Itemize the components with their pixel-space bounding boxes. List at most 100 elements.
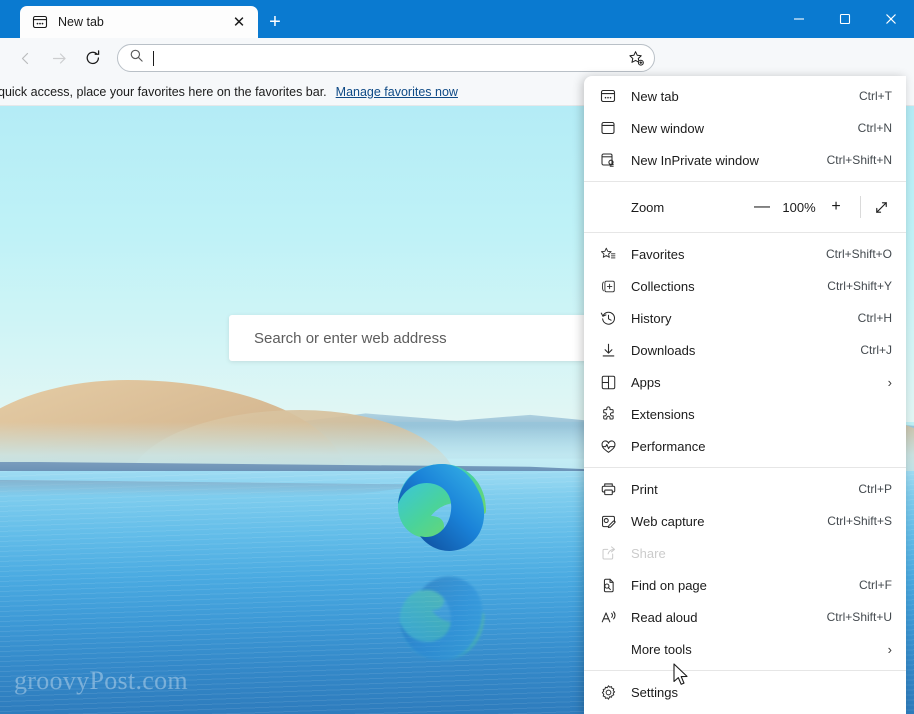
menu-item-apps[interactable]: Apps › (584, 366, 906, 398)
text-cursor (153, 51, 154, 66)
performance-pulse-icon (595, 438, 621, 455)
manage-favorites-link[interactable]: Manage favorites now (336, 85, 458, 99)
menu-separator (584, 670, 906, 671)
title-bar: New tab ✕ + (0, 0, 914, 38)
menu-item-new-tab[interactable]: New tab Ctrl+T (584, 80, 906, 112)
new-tab-icon (595, 88, 621, 104)
address-bar[interactable] (117, 44, 655, 72)
menu-item-shortcut: Ctrl+P (858, 482, 892, 496)
menu-item-label: New InPrivate window (631, 153, 827, 168)
edge-logo-reflection (392, 568, 492, 664)
menu-item-shortcut: Ctrl+Shift+Y (827, 279, 892, 293)
menu-item-label: Collections (631, 279, 827, 294)
window-controls (776, 0, 914, 38)
menu-item-performance[interactable]: Performance (584, 430, 906, 462)
menu-item-label: Read aloud (631, 610, 827, 625)
menu-item-shortcut: Ctrl+T (859, 89, 892, 103)
menu-item-label: More tools (631, 642, 880, 657)
menu-item-shortcut: Ctrl+H (858, 311, 892, 325)
zoom-in-button[interactable]: + (821, 193, 851, 221)
zoom-level-value: 100% (777, 200, 821, 215)
menu-item-shortcut: Ctrl+Shift+N (827, 153, 892, 167)
menu-item-new-inprivate-window[interactable]: New InPrivate window Ctrl+Shift+N (584, 144, 906, 176)
watermark: groovyPost.com (14, 666, 188, 696)
maximize-button[interactable] (822, 0, 868, 38)
history-clock-icon (595, 310, 621, 327)
zoom-divider (860, 196, 861, 218)
menu-item-shortcut: Ctrl+Shift+U (827, 610, 892, 624)
menu-item-extensions[interactable]: Extensions (584, 398, 906, 430)
menu-item-help-and-feedback[interactable]: Help and feedback › (584, 708, 906, 714)
menu-item-label: Web capture (631, 514, 827, 529)
menu-item-label: History (631, 311, 858, 326)
menu-item-label: Downloads (631, 343, 860, 358)
menu-item-label: Share (631, 546, 892, 561)
add-favorite-star-icon[interactable] (624, 46, 648, 70)
minimize-button[interactable] (776, 0, 822, 38)
menu-item-read-aloud[interactable]: Read aloud Ctrl+Shift+U (584, 601, 906, 633)
tab-close-icon[interactable]: ✕ (228, 11, 250, 33)
browser-tab[interactable]: New tab ✕ (20, 6, 258, 38)
find-on-page-icon (595, 577, 621, 594)
search-icon (129, 48, 144, 68)
menu-item-label: Print (631, 482, 858, 497)
close-button[interactable] (868, 0, 914, 38)
menu-separator (584, 232, 906, 233)
menu-item-shortcut: Ctrl+Shift+S (827, 514, 892, 528)
menu-item-label: Settings (631, 685, 892, 700)
menu-item-print[interactable]: Print Ctrl+P (584, 473, 906, 505)
menu-item-label: New tab (631, 89, 859, 104)
menu-item-find-on-page[interactable]: Find on page Ctrl+F (584, 569, 906, 601)
chevron-right-icon: › (888, 375, 892, 390)
collections-icon (595, 278, 621, 295)
menu-item-shortcut: Ctrl+Shift+O (826, 247, 892, 261)
menu-item-shortcut: Ctrl+J (860, 343, 892, 357)
settings-and-more-menu: New tab Ctrl+T New window Ctrl+N New InP… (584, 76, 906, 714)
share-icon (595, 545, 621, 562)
menu-item-shortcut: Ctrl+N (858, 121, 892, 135)
inprivate-icon (595, 152, 621, 168)
forward-button[interactable] (42, 43, 76, 73)
menu-item-shortcut: Ctrl+F (859, 578, 892, 592)
menu-item-favorites[interactable]: Favorites Ctrl+Shift+O (584, 238, 906, 270)
favorites-star-icon (595, 246, 621, 263)
menu-item-share: Share (584, 537, 906, 569)
menu-item-settings[interactable]: Settings (584, 676, 906, 708)
new-tab-icon (32, 14, 48, 30)
apps-grid-icon (595, 374, 621, 391)
extensions-puzzle-icon (595, 406, 621, 423)
new-tab-button[interactable]: + (262, 9, 288, 35)
menu-item-label: Apps (631, 375, 880, 390)
menu-item-label: Find on page (631, 578, 859, 593)
tab-title: New tab (58, 15, 228, 29)
new-window-icon (595, 120, 621, 136)
menu-item-label: Favorites (631, 247, 826, 262)
menu-item-label: Extensions (631, 407, 892, 422)
favorites-bar-text: quick access, place your favorites here … (0, 85, 327, 99)
menu-separator (584, 181, 906, 182)
back-button[interactable] (8, 43, 42, 73)
menu-item-downloads[interactable]: Downloads Ctrl+J (584, 334, 906, 366)
chevron-right-icon: › (888, 642, 892, 657)
zoom-out-button[interactable]: — (747, 193, 777, 221)
menu-item-history[interactable]: History Ctrl+H (584, 302, 906, 334)
gear-icon (595, 684, 621, 701)
browser-window: New tab ✕ + (0, 0, 914, 714)
printer-icon (595, 481, 621, 498)
ntp-search-box[interactable]: Search or enter web address (229, 315, 589, 361)
zoom-label: Zoom (631, 200, 747, 215)
menu-zoom-row: Zoom — 100% + (584, 187, 906, 227)
web-capture-icon (595, 513, 621, 530)
menu-item-label: Performance (631, 439, 892, 454)
menu-separator (584, 467, 906, 468)
downloads-icon (595, 342, 621, 359)
menu-item-more-tools[interactable]: More tools › (584, 633, 906, 665)
menu-item-new-window[interactable]: New window Ctrl+N (584, 112, 906, 144)
reload-button[interactable] (76, 43, 110, 73)
read-aloud-icon (595, 609, 621, 626)
edge-logo (392, 460, 492, 560)
menu-item-label: New window (631, 121, 858, 136)
fullscreen-icon[interactable] (866, 193, 896, 221)
menu-item-web-capture[interactable]: Web capture Ctrl+Shift+S (584, 505, 906, 537)
menu-item-collections[interactable]: Collections Ctrl+Shift+Y (584, 270, 906, 302)
